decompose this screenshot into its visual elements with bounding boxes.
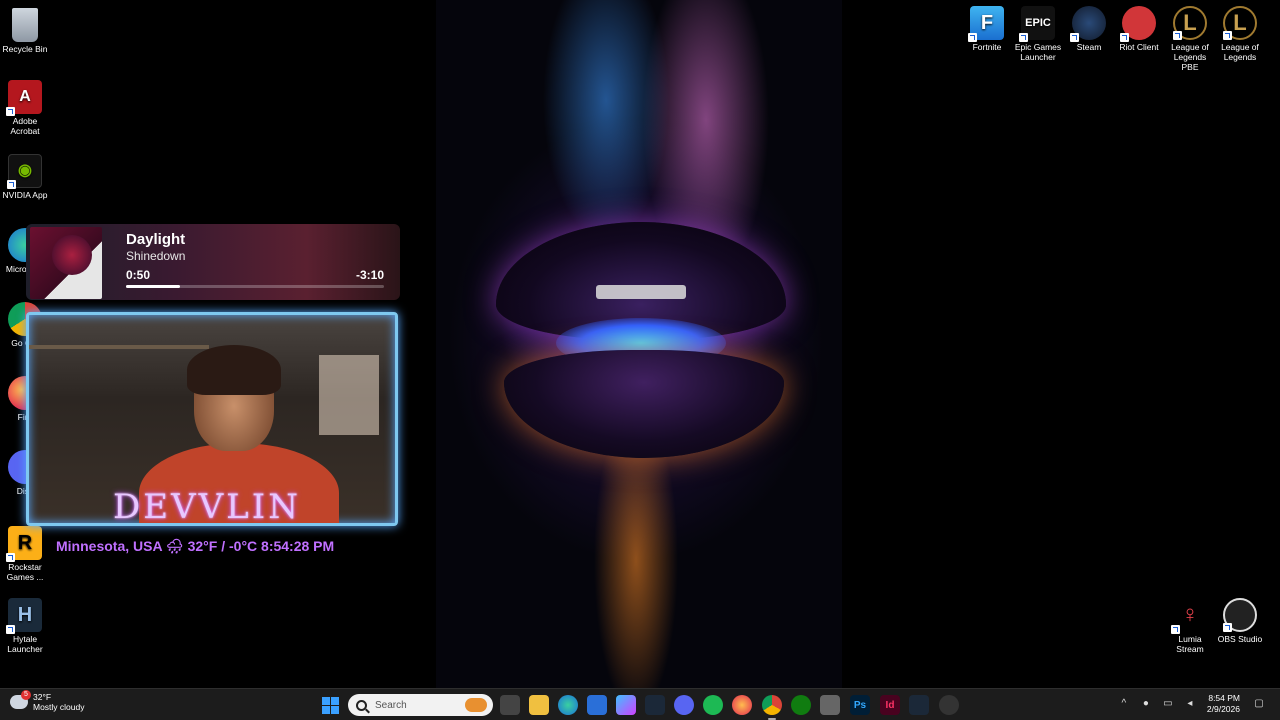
now-playing-widget: Daylight Shinedown 0:50 -3:10 xyxy=(26,224,400,300)
clock-time: 8:54 PM xyxy=(1208,693,1240,703)
fortnite-icon: F xyxy=(968,6,1004,42)
cloud-icon: 5 xyxy=(10,690,31,709)
streamer-name: DEVVLIN xyxy=(113,487,301,526)
steam-icon[interactable] xyxy=(645,695,665,715)
start-button[interactable] xyxy=(322,697,339,714)
capture-icon[interactable] xyxy=(820,695,840,715)
epic-games-icon: EPIC xyxy=(1019,6,1055,42)
wallpaper-art xyxy=(436,0,842,688)
desktop-icon-obs-studio[interactable]: OBS Studio xyxy=(1215,598,1265,644)
search-highlight-icon xyxy=(465,698,487,712)
webcam-overlay: DEVVLIN xyxy=(26,312,398,526)
desktop-icon-rockstar[interactable]: R Rockstar Games ... xyxy=(0,526,50,582)
album-art xyxy=(30,227,102,299)
recycle-bin-icon xyxy=(12,8,38,42)
steam-secondary-icon[interactable] xyxy=(909,695,929,715)
remaining-time: -3:10 xyxy=(355,268,384,282)
spotify-icon[interactable] xyxy=(703,695,723,715)
firefox-icon[interactable] xyxy=(732,695,752,715)
system-tray: ^ ● ▭ ◂ 8:54 PM 2/9/2026 ▢ xyxy=(1113,693,1270,715)
microphone-icon[interactable]: ● xyxy=(1140,698,1152,710)
copilot-icon[interactable] xyxy=(616,695,636,715)
settings-icon[interactable] xyxy=(939,695,959,715)
desktop-icon-fortnite[interactable]: F Fortnite xyxy=(962,6,1012,52)
desktop-icon-league[interactable]: L League of Legends xyxy=(1215,6,1265,62)
weather-temp: 32°F xyxy=(33,692,52,702)
lumia-stream-icon: ♀ xyxy=(1171,598,1207,634)
weather-widget[interactable]: 5 32°F Mostly cloudy xyxy=(10,690,85,712)
location-weather-time: Minnesota, USA 🌧 32°F / -0°C 8:54:28 PM xyxy=(56,538,335,554)
league-pbe-icon: L xyxy=(1173,6,1207,40)
progress-bar xyxy=(126,285,384,288)
cam-shelf xyxy=(29,345,209,349)
indesign-icon[interactable]: Id xyxy=(880,695,900,715)
hytale-icon: H xyxy=(6,598,42,634)
photoshop-icon[interactable]: Ps xyxy=(850,695,870,715)
notification-badge: 5 xyxy=(21,690,31,700)
wallpaper-teeth xyxy=(596,285,686,299)
search-placeholder: Search xyxy=(375,699,407,711)
elapsed-time: 0:50 xyxy=(126,268,151,282)
task-view-icon[interactable] xyxy=(500,695,520,715)
nvidia-icon: ◉ xyxy=(7,154,42,189)
desktop-icon-lumia-stream[interactable]: ♀ Lumia Stream xyxy=(1165,598,1215,654)
search-box[interactable]: Search xyxy=(348,694,493,716)
store-icon[interactable] xyxy=(587,695,607,715)
desktop-icon-adobe-acrobat[interactable]: A Adobe Acrobat xyxy=(0,80,50,136)
desktop-icon-riot-client[interactable]: Riot Client xyxy=(1114,6,1164,52)
progress-fill xyxy=(126,285,181,288)
desktop-icon-nvidia-app[interactable]: ◉ NVIDIA App xyxy=(0,154,50,200)
desktop-icon-recycle-bin[interactable]: Recycle Bin xyxy=(0,8,50,54)
adobe-acrobat-icon: A xyxy=(6,80,42,116)
streamer-hair xyxy=(187,345,281,395)
desktop-icon-epic-games[interactable]: EPIC Epic Games Launcher xyxy=(1013,6,1063,62)
search-icon xyxy=(356,699,367,711)
chevron-up-icon[interactable]: ^ xyxy=(1118,698,1130,710)
clock[interactable]: 8:54 PM 2/9/2026 xyxy=(1207,693,1240,715)
obs-icon xyxy=(1223,598,1257,632)
network-icon[interactable]: ▭ xyxy=(1162,698,1174,710)
xbox-icon[interactable] xyxy=(791,695,811,715)
discord-icon[interactable] xyxy=(674,695,694,715)
desktop-icon-steam[interactable]: Steam xyxy=(1064,6,1114,52)
track-artist: Shinedown xyxy=(126,249,186,263)
volume-icon[interactable]: ◂ xyxy=(1184,698,1196,710)
clock-date: 2/9/2026 xyxy=(1206,704,1240,714)
desktop-icon-league-pbe[interactable]: L League of Legends PBE xyxy=(1165,6,1215,72)
league-icon: L xyxy=(1223,6,1257,40)
desktop-icon-hytale[interactable]: H Hytale Launcher xyxy=(0,598,50,654)
notification-icon[interactable]: ▢ xyxy=(1253,698,1265,710)
desktop: Recycle Bin A Adobe Acrobat ◉ NVIDIA App… xyxy=(0,0,1280,688)
wallpaper-lower-lip xyxy=(504,350,784,458)
chrome-icon[interactable] xyxy=(762,695,782,720)
taskbar: 5 32°F Mostly cloudy Search Ps Id ^ ● ▭ … xyxy=(0,688,1280,720)
edge-icon[interactable] xyxy=(558,695,578,715)
rockstar-icon: R xyxy=(6,526,42,562)
steam-icon xyxy=(1070,6,1106,42)
file-explorer-icon[interactable] xyxy=(529,695,549,715)
track-title: Daylight xyxy=(126,231,186,248)
riot-icon xyxy=(1120,6,1156,42)
weather-desc: Mostly cloudy xyxy=(33,702,85,712)
